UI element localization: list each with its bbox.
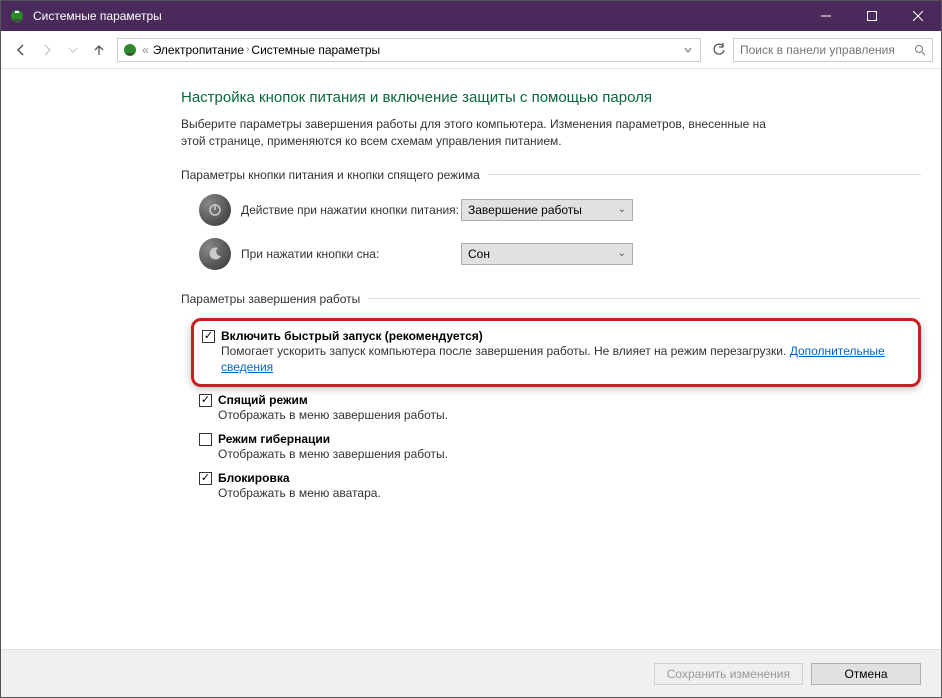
power-button-row: Действие при нажатии кнопки питания: Зав… [181, 194, 921, 226]
cancel-button[interactable]: Отмена [811, 663, 921, 685]
footer: Сохранить изменения Отмена [1, 649, 941, 697]
address-icon [122, 42, 138, 58]
save-button[interactable]: Сохранить изменения [654, 663, 803, 685]
back-button[interactable] [9, 38, 33, 62]
search-icon [914, 44, 926, 56]
sleep-mode-checkbox[interactable] [199, 394, 212, 407]
breadcrumb-item-2[interactable]: Системные параметры [251, 43, 380, 57]
breadcrumb-item-1[interactable]: Электропитание [153, 43, 244, 57]
section-header-shutdown: Параметры завершения работы [181, 292, 921, 306]
sleep-mode-desc: Отображать в меню завершения работы. [218, 407, 921, 424]
highlighted-option: Включить быстрый запуск (рекомендуется) … [191, 318, 921, 388]
search-box[interactable] [733, 38, 933, 62]
sleep-button-dropdown[interactable]: Сон ⌄ [461, 243, 633, 265]
section-header-buttons: Параметры кнопки питания и кнопки спящег… [181, 168, 921, 182]
minimize-button[interactable] [803, 1, 849, 31]
recent-locations-button[interactable] [61, 38, 85, 62]
sleep-icon [199, 238, 231, 270]
content-area: Настройка кнопок питания и включение защ… [1, 69, 941, 649]
search-input[interactable] [740, 43, 914, 57]
power-button-label: Действие при нажатии кнопки питания: [241, 203, 461, 217]
power-button-dropdown[interactable]: Завершение работы ⌄ [461, 199, 633, 221]
lock-title: Блокировка [218, 471, 921, 485]
app-icon [9, 8, 25, 24]
sleep-button-label: При нажатии кнопки сна: [241, 247, 461, 261]
titlebar: Системные параметры [1, 1, 941, 31]
refresh-button[interactable] [707, 38, 731, 62]
lock-checkbox[interactable] [199, 472, 212, 485]
sleep-button-value: Сон [468, 247, 490, 261]
hibernation-title: Режим гибернации [218, 432, 921, 446]
up-button[interactable] [87, 38, 111, 62]
chevron-right-icon: › [246, 44, 249, 55]
navbar: « Электропитание › Системные параметры [1, 31, 941, 69]
lock-desc: Отображать в меню аватара. [218, 485, 921, 502]
close-button[interactable] [895, 1, 941, 31]
page-description: Выберите параметры завершения работы для… [181, 116, 781, 150]
chevron-down-icon: ⌄ [618, 204, 626, 215]
sleep-button-row: При нажатии кнопки сна: Сон ⌄ [181, 238, 921, 270]
forward-button[interactable] [35, 38, 59, 62]
window-title: Системные параметры [33, 9, 803, 23]
maximize-button[interactable] [849, 1, 895, 31]
power-icon [199, 194, 231, 226]
fast-startup-desc: Помогает ускорить запуск компьютера посл… [221, 343, 894, 377]
page-title: Настройка кнопок питания и включение защ… [181, 89, 921, 106]
hibernation-desc: Отображать в меню завершения работы. [218, 446, 921, 463]
address-bar[interactable]: « Электропитание › Системные параметры [117, 38, 701, 62]
breadcrumb-prefix: « [142, 43, 149, 57]
sleep-mode-title: Спящий режим [218, 393, 921, 407]
fast-startup-checkbox[interactable] [202, 330, 215, 343]
address-dropdown[interactable] [680, 46, 696, 54]
fast-startup-title: Включить быстрый запуск (рекомендуется) [221, 329, 894, 343]
power-button-value: Завершение работы [468, 203, 582, 217]
chevron-down-icon: ⌄ [618, 248, 626, 259]
hibernation-checkbox[interactable] [199, 433, 212, 446]
